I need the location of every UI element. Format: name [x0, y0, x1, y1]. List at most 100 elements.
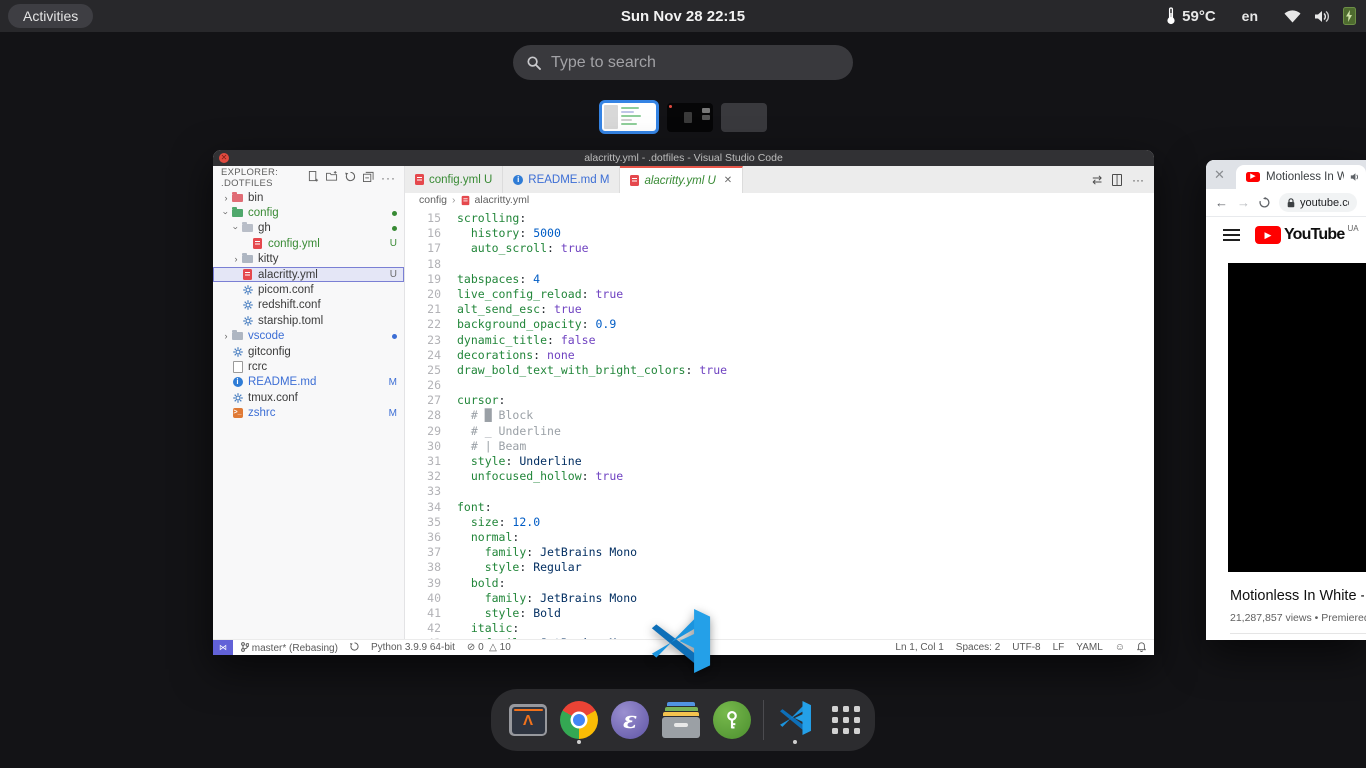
tab-config.yml[interactable]: config.yml U [405, 166, 503, 193]
new-file-icon[interactable] [308, 169, 319, 187]
more-icon[interactable]: ··· [381, 169, 396, 187]
status-yaml[interactable]: YAML [1076, 642, 1103, 653]
python-interpreter[interactable]: Python 3.9.9 64-bit [371, 642, 455, 653]
code-line-32[interactable]: 32 unfocused_hollow: true [405, 469, 1154, 484]
code-line-28[interactable]: 28 # █ Block [405, 408, 1154, 423]
workspace-thumbnail-youtube[interactable] [667, 103, 713, 132]
new-folder-icon[interactable] [326, 169, 338, 187]
vscode-window[interactable]: ✕ alacritty.yml - .dotfiles - Visual Stu… [213, 150, 1154, 655]
tab-audio-icon[interactable] [1350, 172, 1360, 182]
tree-item-vscode[interactable]: ›vscode [213, 329, 404, 344]
tree-item-zshrc[interactable]: >_zshrcM [213, 405, 404, 420]
tree-item-tmux.conf[interactable]: tmux.conf [213, 390, 404, 405]
reload-icon[interactable] [1259, 197, 1270, 208]
code-line-27[interactable]: 27cursor: [405, 393, 1154, 408]
tree-item-gh[interactable]: ›gh [213, 221, 404, 236]
code-line-36[interactable]: 36 normal: [405, 530, 1154, 545]
code-line-38[interactable]: 38 style: Regular [405, 560, 1154, 575]
dock-item-emacs[interactable]: ε [610, 696, 650, 744]
battery-charging-icon[interactable] [1343, 7, 1356, 25]
workspace-thumbnail-empty[interactable] [721, 103, 767, 132]
dock-item-keepassxc[interactable] [712, 696, 752, 744]
code-line-17[interactable]: 17 auto_scroll: true [405, 241, 1154, 256]
search-input[interactable]: Type to search [513, 45, 853, 80]
address-bar[interactable]: youtube.com/wa [1279, 193, 1357, 212]
collapse-folders-icon[interactable] [363, 169, 374, 187]
keyboard-layout[interactable]: en [1242, 8, 1258, 24]
tree-item-redshift.conf[interactable]: redshift.conf [213, 298, 404, 313]
breadcrumb-folder[interactable]: config [419, 194, 447, 206]
code-line-22[interactable]: 22background_opacity: 0.9 [405, 317, 1154, 332]
code-line-20[interactable]: 20live_config_reload: true [405, 287, 1154, 302]
git-branch[interactable]: master* (Rebasing) [241, 642, 338, 654]
youtube-logo[interactable]: ▶ YouTube UA [1255, 226, 1359, 244]
bell-icon[interactable] [1137, 642, 1146, 654]
tree-item-kitty[interactable]: ›kitty [213, 252, 404, 267]
code-line-31[interactable]: 31 style: Underline [405, 454, 1154, 469]
status-lf[interactable]: LF [1053, 642, 1065, 653]
back-button[interactable]: ← [1215, 196, 1228, 209]
dock-item-files[interactable] [661, 696, 701, 744]
tab-alacritty.yml[interactable]: alacritty.yml U✕ [620, 166, 743, 193]
status-utf-8[interactable]: UTF-8 [1012, 642, 1040, 653]
problems-indicator[interactable]: ⊘ 0 △ 10 [467, 642, 511, 653]
code-line-15[interactable]: 15scrolling: [405, 211, 1154, 226]
vscode-titlebar[interactable]: ✕ alacritty.yml - .dotfiles - Visual Stu… [213, 150, 1154, 166]
close-tab-icon[interactable]: ✕ [724, 175, 732, 186]
chrome-tab[interactable]: ▶ Motionless In White - A [1236, 165, 1366, 189]
breadcrumb[interactable]: config › alacritty.yml [405, 193, 1154, 207]
code-line-39[interactable]: 39 bold: [405, 576, 1154, 591]
sync-button[interactable] [350, 642, 359, 653]
refresh-icon[interactable] [345, 169, 356, 187]
code-line-35[interactable]: 35 size: 12.0 [405, 515, 1154, 530]
tree-item-alacritty.yml[interactable]: alacritty.ymlU [213, 267, 404, 282]
wifi-icon[interactable] [1284, 10, 1301, 23]
code-line-24[interactable]: 24decorations: none [405, 348, 1154, 363]
tree-item-README.md[interactable]: iREADME.mdM [213, 375, 404, 390]
dock-item-alacritty[interactable]: Λ [508, 696, 548, 744]
code-line-34[interactable]: 34font: [405, 500, 1154, 515]
clock[interactable]: Sun Nov 28 22:15 [0, 8, 1366, 25]
tree-item-config[interactable]: ›config [213, 205, 404, 220]
tree-item-starship.toml[interactable]: starship.toml [213, 313, 404, 328]
code-line-26[interactable]: 26 [405, 378, 1154, 393]
breadcrumb-file[interactable]: alacritty.yml [475, 194, 530, 206]
dock-item-vscode[interactable] [775, 696, 815, 744]
code-line-21[interactable]: 21alt_send_esc: true [405, 302, 1154, 317]
tree-item-config.yml[interactable]: config.ymlU [213, 236, 404, 251]
code-line-30[interactable]: 30 # | Beam [405, 439, 1154, 454]
split-editor-icon[interactable]: | [1112, 174, 1122, 186]
code-line-25[interactable]: 25draw_bold_text_with_bright_colors: tru… [405, 363, 1154, 378]
tree-item-gitconfig[interactable]: gitconfig [213, 344, 404, 359]
code-line-19[interactable]: 19tabspaces: 4 [405, 272, 1154, 287]
dock-item-chrome[interactable] [559, 696, 599, 744]
status-ln[interactable]: Ln 1, Col 1 [895, 642, 943, 653]
code-line-33[interactable]: 33 [405, 484, 1154, 499]
chrome-window[interactable]: ✕ ▶ Motionless In White - A ← → [1206, 160, 1366, 640]
remote-indicator[interactable]: ⋈ [213, 640, 233, 655]
video-player[interactable] [1228, 263, 1366, 572]
more-actions-icon[interactable]: ··· [1132, 173, 1144, 187]
code-line-29[interactable]: 29 # _ Underline [405, 424, 1154, 439]
menu-icon[interactable] [1223, 229, 1240, 241]
open-changes-icon[interactable]: ⇄ [1092, 173, 1102, 187]
code-line-18[interactable]: 18 [405, 257, 1154, 272]
system-tray[interactable]: 59°C en [1166, 0, 1356, 32]
code-line-42[interactable]: 42 italic: [405, 621, 1154, 636]
code-line-37[interactable]: 37 family: JetBrains Mono [405, 545, 1154, 560]
forward-button[interactable]: → [1237, 196, 1250, 209]
workspace-thumbnail-vscode[interactable] [599, 100, 659, 134]
tab-README.md[interactable]: iREADME.md M [503, 166, 620, 193]
dock-item-app-grid[interactable] [826, 696, 866, 744]
tree-item-rcrc[interactable]: rcrc [213, 359, 404, 374]
code-line-40[interactable]: 40 family: JetBrains Mono [405, 591, 1154, 606]
code-line-23[interactable]: 23dynamic_title: false [405, 333, 1154, 348]
feedback-icon[interactable]: ☺ [1115, 642, 1125, 653]
chrome-close-icon[interactable]: ✕ [1214, 167, 1225, 183]
tree-item-picom.conf[interactable]: picom.conf [213, 282, 404, 297]
tree-item-bin[interactable]: ›bin [213, 190, 404, 205]
status-spaces[interactable]: Spaces: 2 [956, 642, 1000, 653]
code-line-16[interactable]: 16 history: 5000 [405, 226, 1154, 241]
code-line-41[interactable]: 41 style: Bold [405, 606, 1154, 621]
volume-icon[interactable] [1314, 10, 1330, 23]
